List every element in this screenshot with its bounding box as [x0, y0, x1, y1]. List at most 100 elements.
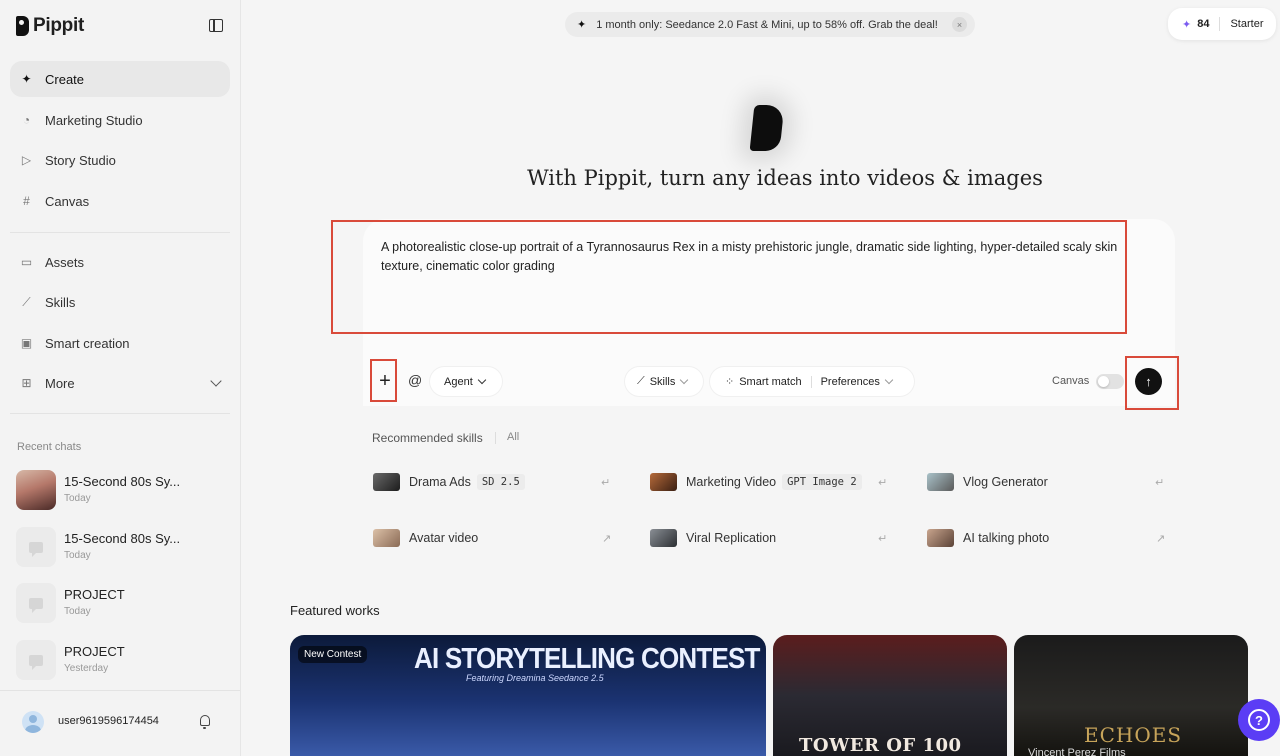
sparkle-icon: ✦: [577, 19, 587, 31]
pippit-logo[interactable]: Pippit: [16, 15, 84, 37]
skills-label: Skills: [649, 375, 676, 388]
smart-match-dropdown[interactable]: ⁘ Smart match Preferences: [710, 367, 914, 396]
skill-name: Avatar video: [409, 531, 479, 545]
pippit-hero-logo-icon: [749, 105, 785, 151]
divider: [1219, 17, 1221, 31]
credits-badge[interactable]: ✦ 84 Starter: [1168, 8, 1276, 40]
skill-thumbnail: [373, 473, 400, 491]
nav-label: Skills: [45, 294, 76, 310]
mention-button[interactable]: @: [408, 372, 422, 388]
smart-match-label: Smart match: [739, 375, 802, 388]
chat-item[interactable]: PROJECT Yesterday: [16, 640, 231, 682]
chat-date: Today: [64, 550, 91, 561]
nav-label: Marketing Studio: [45, 112, 143, 128]
enter-icon: ↵: [601, 477, 611, 489]
highlight-prompt-box: [331, 220, 1127, 334]
credits-count: 84: [1197, 18, 1210, 30]
avatar: [22, 711, 44, 733]
chat-item[interactable]: 15-Second 80s Sy... Today: [16, 527, 231, 569]
all-skills-link[interactable]: All: [507, 431, 519, 443]
featured-card-echoes[interactable]: ECHOES Vincent Perez Films: [1014, 635, 1248, 756]
chevron-down-icon: [210, 375, 222, 387]
promo-banner[interactable]: ✦ 1 month only: Seedance 2.0 Fast & Mini…: [565, 12, 975, 37]
chat-bubble-icon: [16, 527, 56, 567]
chat-name: PROJECT: [64, 644, 125, 659]
divider: [10, 232, 230, 233]
chat-bubble-icon: [16, 640, 56, 680]
canvas-toggle[interactable]: [1096, 374, 1124, 389]
pippit-logo-icon: [16, 16, 29, 36]
app-name: Pippit: [33, 15, 84, 36]
nav-smart-creation[interactable]: ▣ Smart creation: [10, 325, 230, 361]
skill-thumbnail: [927, 473, 954, 491]
nav-label: Create: [45, 71, 85, 87]
recent-chats-title: Recent chats: [17, 441, 82, 453]
nav-label: Assets: [45, 254, 85, 270]
preferences-label: Preferences: [820, 375, 880, 388]
nav-canvas[interactable]: # Canvas: [10, 183, 230, 219]
skill-thumbnail: [650, 473, 677, 491]
featured-card-tower[interactable]: TOWER OF 100 DEMONS: [773, 635, 1007, 756]
recommended-skills-title: Recommended skills: [372, 431, 483, 445]
agent-dropdown[interactable]: Agent: [430, 367, 502, 396]
enter-icon: ↵: [1155, 477, 1165, 489]
sidebar: Pippit ✦ Create ◔ Marketing Studio ▷ Sto…: [0, 0, 241, 756]
chat-name: 15-Second 80s Sy...: [64, 474, 181, 489]
chat-date: Yesterday: [64, 663, 109, 674]
featured-works-title: Featured works: [290, 603, 380, 618]
highlight-add-button: [370, 359, 397, 402]
contest-title: AI STORYTELLING CONTEST: [414, 641, 760, 675]
contest-subtitle: Featuring Dreamina Seedance 2.5: [466, 673, 604, 683]
skill-marketing-video[interactable]: Marketing Video GPT Image 2: [650, 471, 910, 493]
nav-skills[interactable]: ⟋ Skills: [10, 284, 230, 320]
divider: [495, 432, 496, 444]
skill-drama-ads[interactable]: Drama Ads SD 2.5: [373, 471, 633, 493]
skills-dropdown[interactable]: ⟋ Skills: [625, 367, 703, 396]
skill-name: Viral Replication: [686, 531, 777, 545]
chat-thumbnail: [16, 470, 56, 510]
card-title: TOWER OF 100 DEMONS: [799, 735, 962, 756]
skill-avatar-video[interactable]: Avatar video: [373, 527, 633, 549]
chat-date: Today: [64, 606, 91, 617]
nav-assets[interactable]: ▭ Assets: [10, 244, 230, 280]
nav-marketing-studio[interactable]: ◔ Marketing Studio: [10, 102, 230, 138]
nav-create[interactable]: ✦ Create: [10, 61, 230, 97]
nav-more[interactable]: ⊞ More: [10, 365, 230, 401]
skill-ai-talking-photo[interactable]: AI talking photo: [927, 527, 1187, 549]
target-icon: ◔: [22, 113, 31, 127]
user-row[interactable]: user9619596174454: [0, 690, 240, 756]
agent-label: Agent: [444, 375, 473, 388]
chat-item[interactable]: 15-Second 80s Sy... Today: [16, 470, 231, 512]
question-icon: ?: [1248, 709, 1270, 731]
sparkle-icon: ✦: [21, 72, 32, 86]
nav-story-studio[interactable]: ▷ Story Studio: [10, 142, 230, 178]
promo-text: 1 month only: Seedance 2.0 Fast & Mini, …: [596, 18, 938, 31]
sidebar-toggle-icon[interactable]: [209, 19, 223, 32]
new-contest-badge: New Contest: [298, 646, 368, 663]
canvas-icon: #: [23, 194, 30, 208]
skill-viral-replication[interactable]: Viral Replication: [650, 527, 910, 549]
featured-card-contest[interactable]: New Contest AI STORYTELLING CONTEST Feat…: [290, 635, 766, 756]
credit-sparkle-icon: ✦: [1182, 18, 1192, 31]
folder-icon: ▭: [20, 255, 33, 269]
close-icon[interactable]: ×: [952, 17, 967, 32]
external-arrow-icon: ↗: [602, 533, 612, 545]
user-name: user9619596174454: [58, 715, 159, 727]
smart-match-icon: ⁘: [725, 376, 735, 388]
chevron-down-icon: [884, 375, 894, 385]
hero-title: With Pippit, turn any ideas into videos …: [527, 166, 1043, 190]
skills-icon: ⟋: [22, 295, 31, 309]
bell-icon[interactable]: [200, 715, 210, 729]
skill-thumbnail: [650, 529, 677, 547]
chat-item[interactable]: PROJECT Today: [16, 583, 231, 625]
help-button[interactable]: ?: [1238, 699, 1280, 741]
skill-name: Drama Ads: [409, 475, 471, 489]
chat-name: 15-Second 80s Sy...: [64, 531, 181, 546]
play-icon: ▷: [21, 153, 32, 167]
skill-vlog-generator[interactable]: Vlog Generator: [927, 471, 1187, 493]
skill-name: Vlog Generator: [963, 475, 1048, 489]
skills-icon: ⟋: [637, 375, 645, 387]
card-title: ECHOES: [1084, 723, 1183, 747]
nav-label: Story Studio: [45, 152, 116, 168]
skill-thumbnail: [927, 529, 954, 547]
